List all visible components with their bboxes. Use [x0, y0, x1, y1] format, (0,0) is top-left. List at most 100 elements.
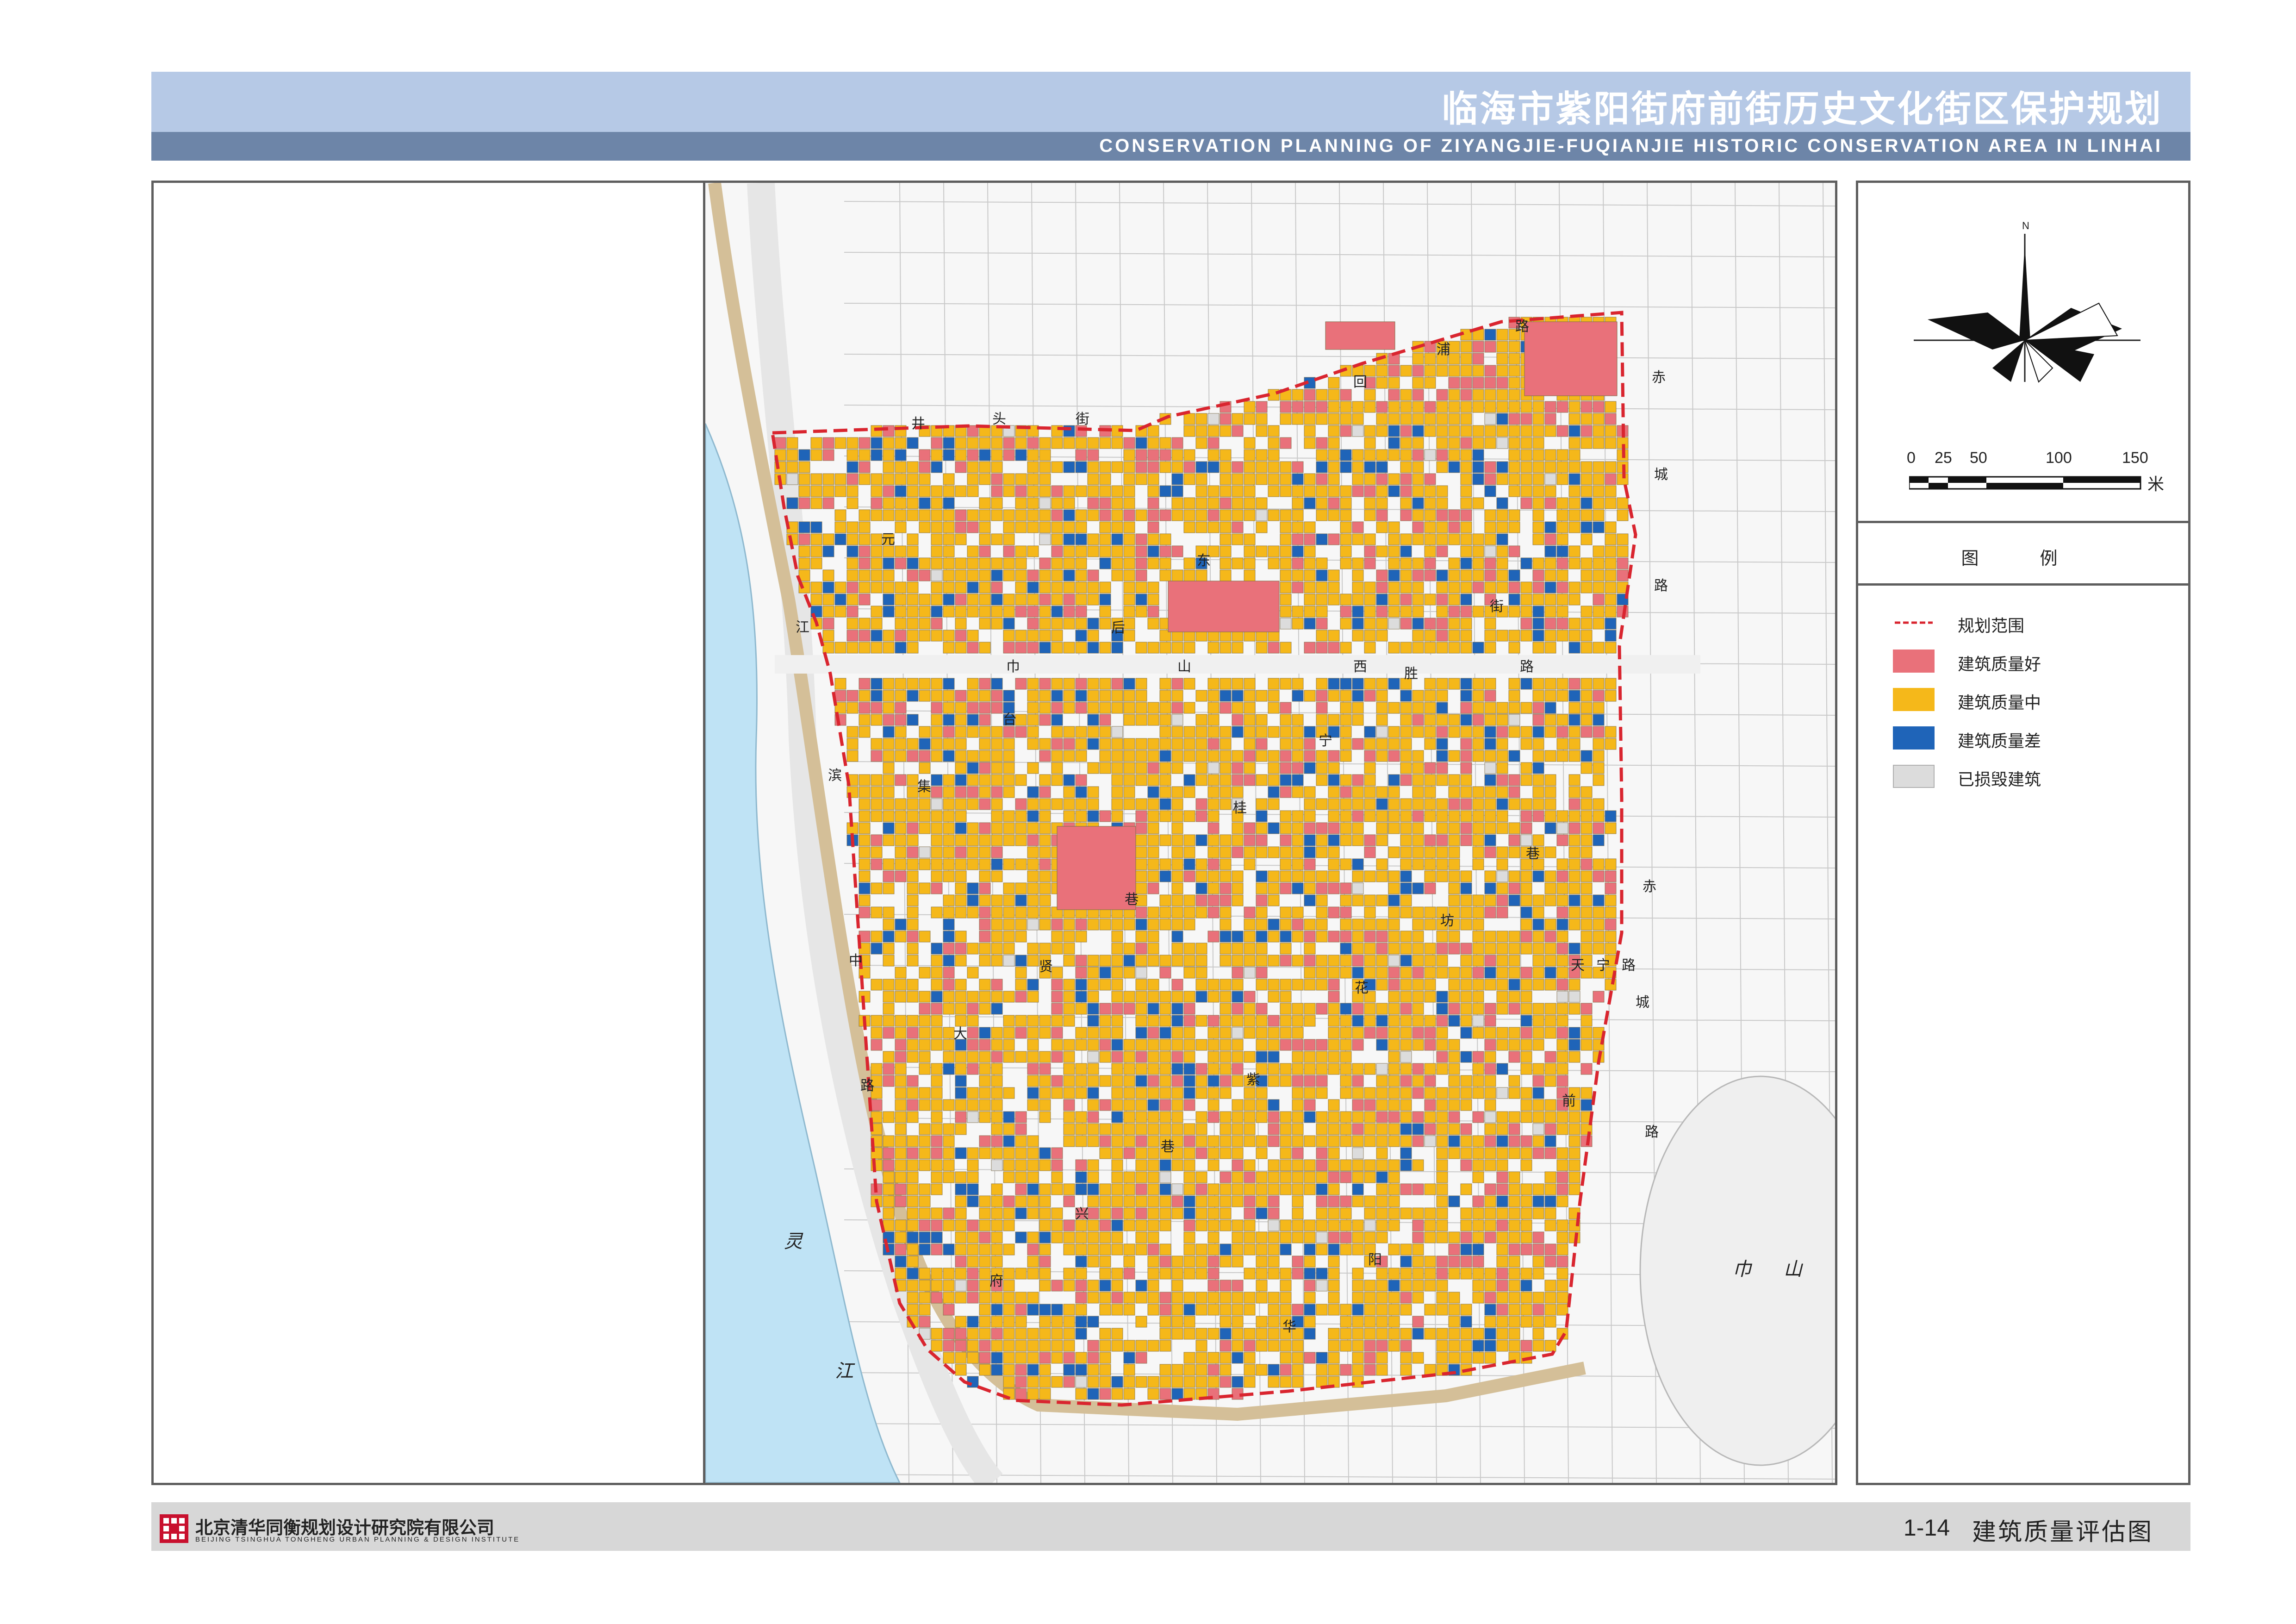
building-block [1099, 618, 1111, 630]
building-block [1256, 1171, 1268, 1183]
building-block [1484, 1003, 1496, 1015]
building-block [1111, 786, 1123, 798]
building-block [1580, 509, 1593, 521]
building-block [1316, 882, 1328, 894]
building-block [1123, 918, 1135, 931]
building-block [1195, 1268, 1207, 1280]
building-block [943, 1352, 955, 1364]
building-block [1015, 1195, 1027, 1207]
building-block [1027, 1340, 1039, 1352]
building-block [1087, 1255, 1099, 1268]
building-block [1232, 1075, 1244, 1087]
building-block [1448, 991, 1460, 1003]
building-block [1484, 738, 1496, 750]
building-block [967, 449, 979, 461]
building-block [1039, 1340, 1051, 1352]
building-block [1123, 593, 1135, 606]
building-block [1232, 1219, 1244, 1231]
building-block [1183, 750, 1195, 762]
building-block [907, 834, 919, 846]
building-block [1556, 943, 1568, 955]
building-block [1544, 1147, 1556, 1159]
building-block [1496, 401, 1508, 413]
building-block [1556, 1123, 1568, 1135]
building-block [1232, 485, 1244, 497]
building-block [1280, 979, 1292, 991]
building-block [1304, 882, 1316, 894]
building-block [1075, 786, 1087, 798]
building-block [1159, 1268, 1171, 1280]
building-block [1292, 1123, 1304, 1135]
building-block [1508, 714, 1520, 726]
building-block [1075, 1123, 1087, 1135]
building-block [1003, 1087, 1015, 1099]
building-block [1171, 1316, 1183, 1328]
building-block [1593, 461, 1605, 473]
building-block [1520, 1268, 1532, 1280]
building-block [1508, 1280, 1520, 1292]
building-block [1027, 726, 1039, 738]
building-block [1207, 1352, 1220, 1364]
building-block [1280, 1340, 1292, 1352]
building-block [1388, 1219, 1400, 1231]
building-block [1544, 1207, 1556, 1219]
building-block [1340, 1364, 1352, 1376]
building-block [1520, 1316, 1532, 1328]
building-block [1099, 1219, 1111, 1231]
building-block [1400, 437, 1412, 449]
building-block [1304, 1316, 1316, 1328]
building-block [1364, 497, 1376, 509]
building-block [1292, 750, 1304, 762]
building-block [931, 1231, 943, 1243]
building-block [1364, 473, 1376, 485]
building-block [1087, 485, 1099, 497]
building-block [1232, 1063, 1244, 1075]
building-block [1232, 509, 1244, 521]
building-block [1376, 485, 1388, 497]
building-block [1328, 1292, 1340, 1304]
building-block [1496, 1135, 1508, 1147]
building-block [943, 1268, 955, 1280]
building-block [1195, 810, 1207, 822]
building-block [1316, 1219, 1328, 1231]
building-block [1292, 473, 1304, 485]
building-block [1027, 1352, 1039, 1364]
building-block [1364, 1364, 1376, 1376]
building-block [1280, 1147, 1292, 1159]
building-block [1580, 461, 1593, 473]
building-block [1520, 726, 1532, 738]
building-block [1183, 918, 1195, 931]
building-block [1472, 1280, 1484, 1292]
building-block [1111, 509, 1123, 521]
building-block [1568, 786, 1580, 798]
building-block [907, 1304, 919, 1316]
building-block [1556, 894, 1568, 906]
building-block [1232, 1195, 1244, 1207]
building-block [1111, 1183, 1123, 1195]
building-block [1232, 1027, 1244, 1039]
building-block [1520, 834, 1532, 846]
building-block [1508, 509, 1520, 521]
building-block [1352, 485, 1364, 497]
building-block [895, 1015, 907, 1027]
building-block [1424, 509, 1436, 521]
building-block [1147, 473, 1159, 485]
building-block [1304, 545, 1316, 557]
building-block [1496, 738, 1508, 750]
building-block [1364, 1280, 1376, 1292]
building-block [1376, 1280, 1388, 1292]
building-block [931, 606, 943, 618]
building-block [1123, 1268, 1135, 1280]
building-block [1544, 413, 1556, 425]
building-block [1352, 1003, 1364, 1015]
building-block [1496, 894, 1508, 906]
building-block [1220, 955, 1232, 967]
building-block [1003, 1195, 1015, 1207]
building-block [1292, 1075, 1304, 1087]
building-block [1232, 1099, 1244, 1111]
building-block [895, 1255, 907, 1268]
building-block [1460, 413, 1472, 425]
building-block [1207, 979, 1220, 991]
building-block [1580, 931, 1593, 943]
building-block [1364, 1123, 1376, 1135]
